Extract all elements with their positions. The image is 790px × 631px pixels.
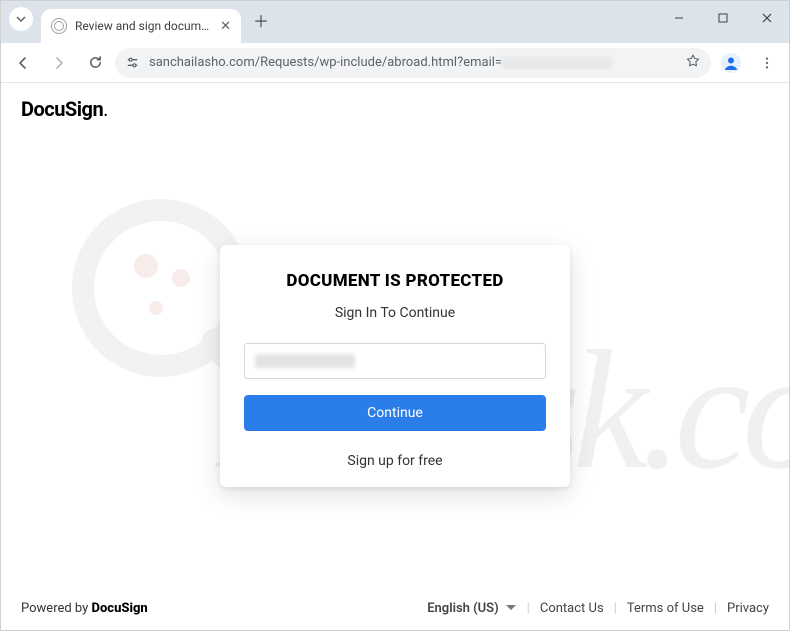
maximize-button[interactable] [701, 1, 745, 35]
privacy-link[interactable]: Privacy [727, 601, 769, 616]
bookmark-star-icon[interactable] [685, 53, 701, 73]
tab-close-button[interactable]: ✕ [220, 19, 231, 34]
footer-links: English (US) | Contact Us | Terms of Use… [427, 601, 769, 616]
tab-search-button[interactable] [9, 7, 33, 31]
docusign-logo: DocuSign. [1, 83, 789, 135]
continue-button[interactable]: Continue [244, 395, 546, 431]
browser-window: Review and sign document(s) | ✕ ＋ [0, 0, 790, 631]
forward-button[interactable] [43, 47, 75, 79]
chevron-down-icon [505, 603, 517, 613]
titlebar: Review and sign document(s) | ✕ ＋ [1, 1, 789, 43]
signup-link-label: Sign up for free [347, 453, 442, 469]
globe-icon [51, 18, 67, 34]
email-field[interactable] [244, 343, 546, 379]
url-text: sanchailasho.com/Requests/wp-include/abr… [149, 55, 677, 70]
terms-link[interactable]: Terms of Use [627, 601, 704, 616]
close-window-button[interactable] [745, 1, 789, 35]
profile-button[interactable] [715, 47, 747, 79]
new-tab-button[interactable]: ＋ [247, 6, 275, 34]
address-bar[interactable]: sanchailasho.com/Requests/wp-include/abr… [115, 48, 711, 78]
page-footer: Powered by DocuSign English (US) | Conta… [1, 586, 789, 630]
back-button[interactable] [7, 47, 39, 79]
login-card: DOCUMENT IS PROTECTED Sign In To Continu… [220, 245, 570, 487]
email-redacted [255, 354, 355, 368]
powered-by: Powered by DocuSign [21, 601, 148, 616]
brand-text: DocuSign [21, 97, 103, 121]
kebab-menu-button[interactable] [751, 47, 783, 79]
signup-link[interactable]: Sign up for free [244, 453, 546, 469]
reload-button[interactable] [79, 47, 111, 79]
contact-link[interactable]: Contact Us [540, 601, 604, 616]
language-selector[interactable]: English (US) [427, 601, 516, 616]
window-controls [657, 1, 789, 39]
language-label: English (US) [427, 601, 498, 616]
minimize-button[interactable] [657, 1, 701, 35]
url-redacted [502, 57, 612, 69]
powered-brand: DocuSign [92, 601, 148, 616]
tab-title: Review and sign document(s) | [75, 19, 212, 33]
browser-tab[interactable]: Review and sign document(s) | ✕ [41, 9, 241, 43]
card-subheading: Sign In To Continue [244, 305, 546, 321]
toolbar: sanchailasho.com/Requests/wp-include/abr… [1, 43, 789, 83]
site-controls-icon[interactable] [125, 55, 141, 70]
continue-button-label: Continue [367, 405, 423, 421]
page-viewport: PCrisk.com DocuSign. DOCUMENT IS PROTECT… [1, 83, 789, 630]
main-area: DOCUMENT IS PROTECTED Sign In To Continu… [1, 135, 789, 586]
url-visible: sanchailasho.com/Requests/wp-include/abr… [149, 55, 502, 70]
powered-prefix: Powered by [21, 601, 92, 616]
card-heading: DOCUMENT IS PROTECTED [244, 271, 546, 291]
